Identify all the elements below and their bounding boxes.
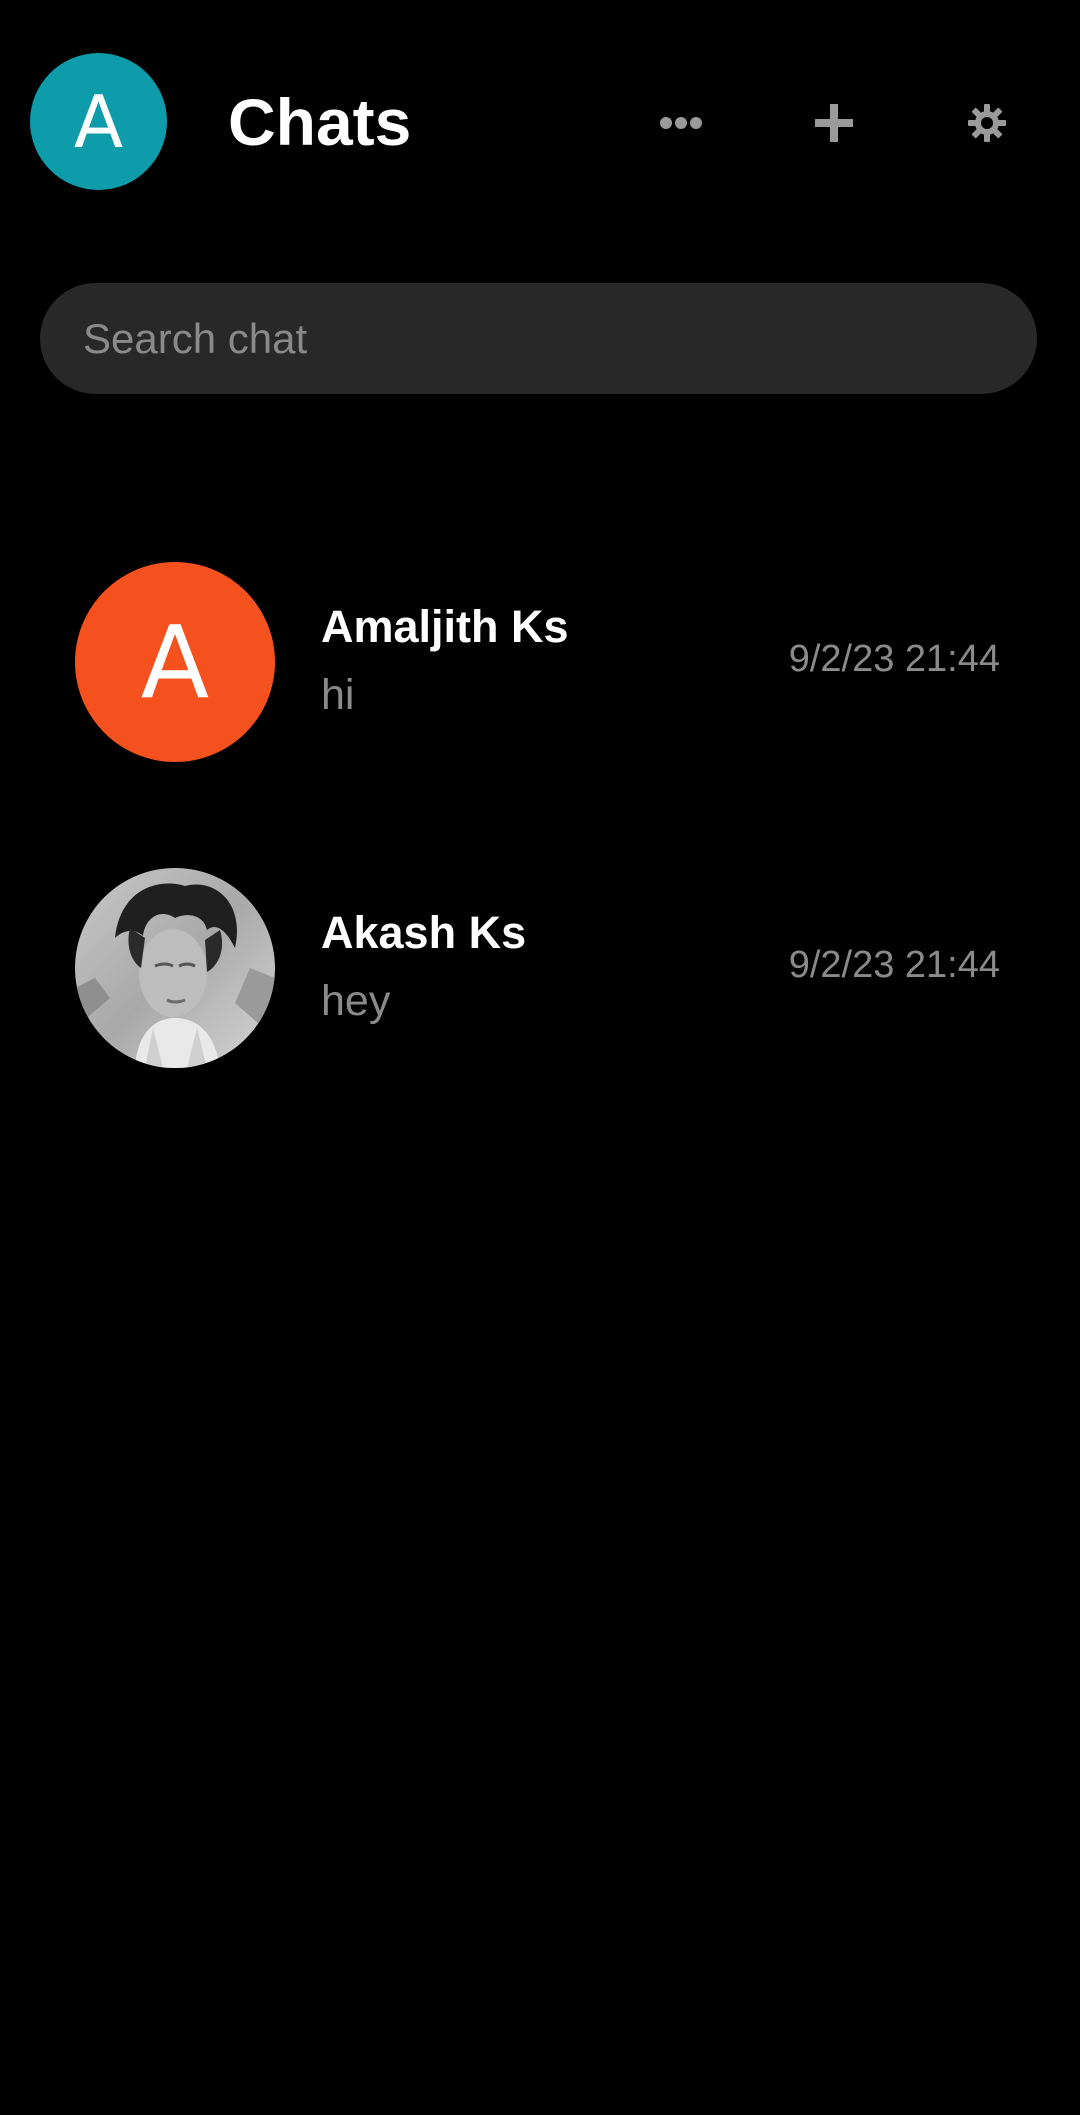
gear-icon <box>968 104 1006 142</box>
more-horizontal-icon <box>660 117 702 129</box>
more-options-button[interactable] <box>646 88 716 158</box>
app-header: A Chats <box>0 0 1080 245</box>
new-chat-button[interactable] <box>799 88 869 158</box>
chat-list-item[interactable]: Akash Ks hey 9/2/23 21:44 <box>0 866 1080 1172</box>
contact-avatar: A <box>75 562 275 762</box>
contact-photo-avatar <box>75 868 275 1068</box>
message-timestamp: 9/2/23 21:44 <box>788 944 1000 986</box>
chat-list: A Amaljith Ks hi 9/2/23 21:44 Akash Ks h… <box>0 560 1080 1172</box>
contact-name: Amaljith Ks <box>321 601 569 652</box>
search-bar[interactable] <box>40 283 1037 394</box>
profile-photo-image <box>75 868 275 1068</box>
profile-avatar-initial: A <box>73 79 124 164</box>
page-title: Chats <box>228 85 412 159</box>
contact-name: Akash Ks <box>321 907 527 958</box>
chat-list-item[interactable]: A Amaljith Ks hi 9/2/23 21:44 <box>0 560 1080 866</box>
message-timestamp: 9/2/23 21:44 <box>788 638 1000 680</box>
contact-avatar-initial: A <box>140 603 210 721</box>
search-input[interactable] <box>81 313 996 364</box>
last-message-preview: hi <box>321 671 355 719</box>
profile-avatar[interactable]: A <box>30 53 167 190</box>
settings-button[interactable] <box>952 88 1022 158</box>
last-message-preview: hey <box>321 977 391 1025</box>
plus-icon <box>815 104 853 142</box>
